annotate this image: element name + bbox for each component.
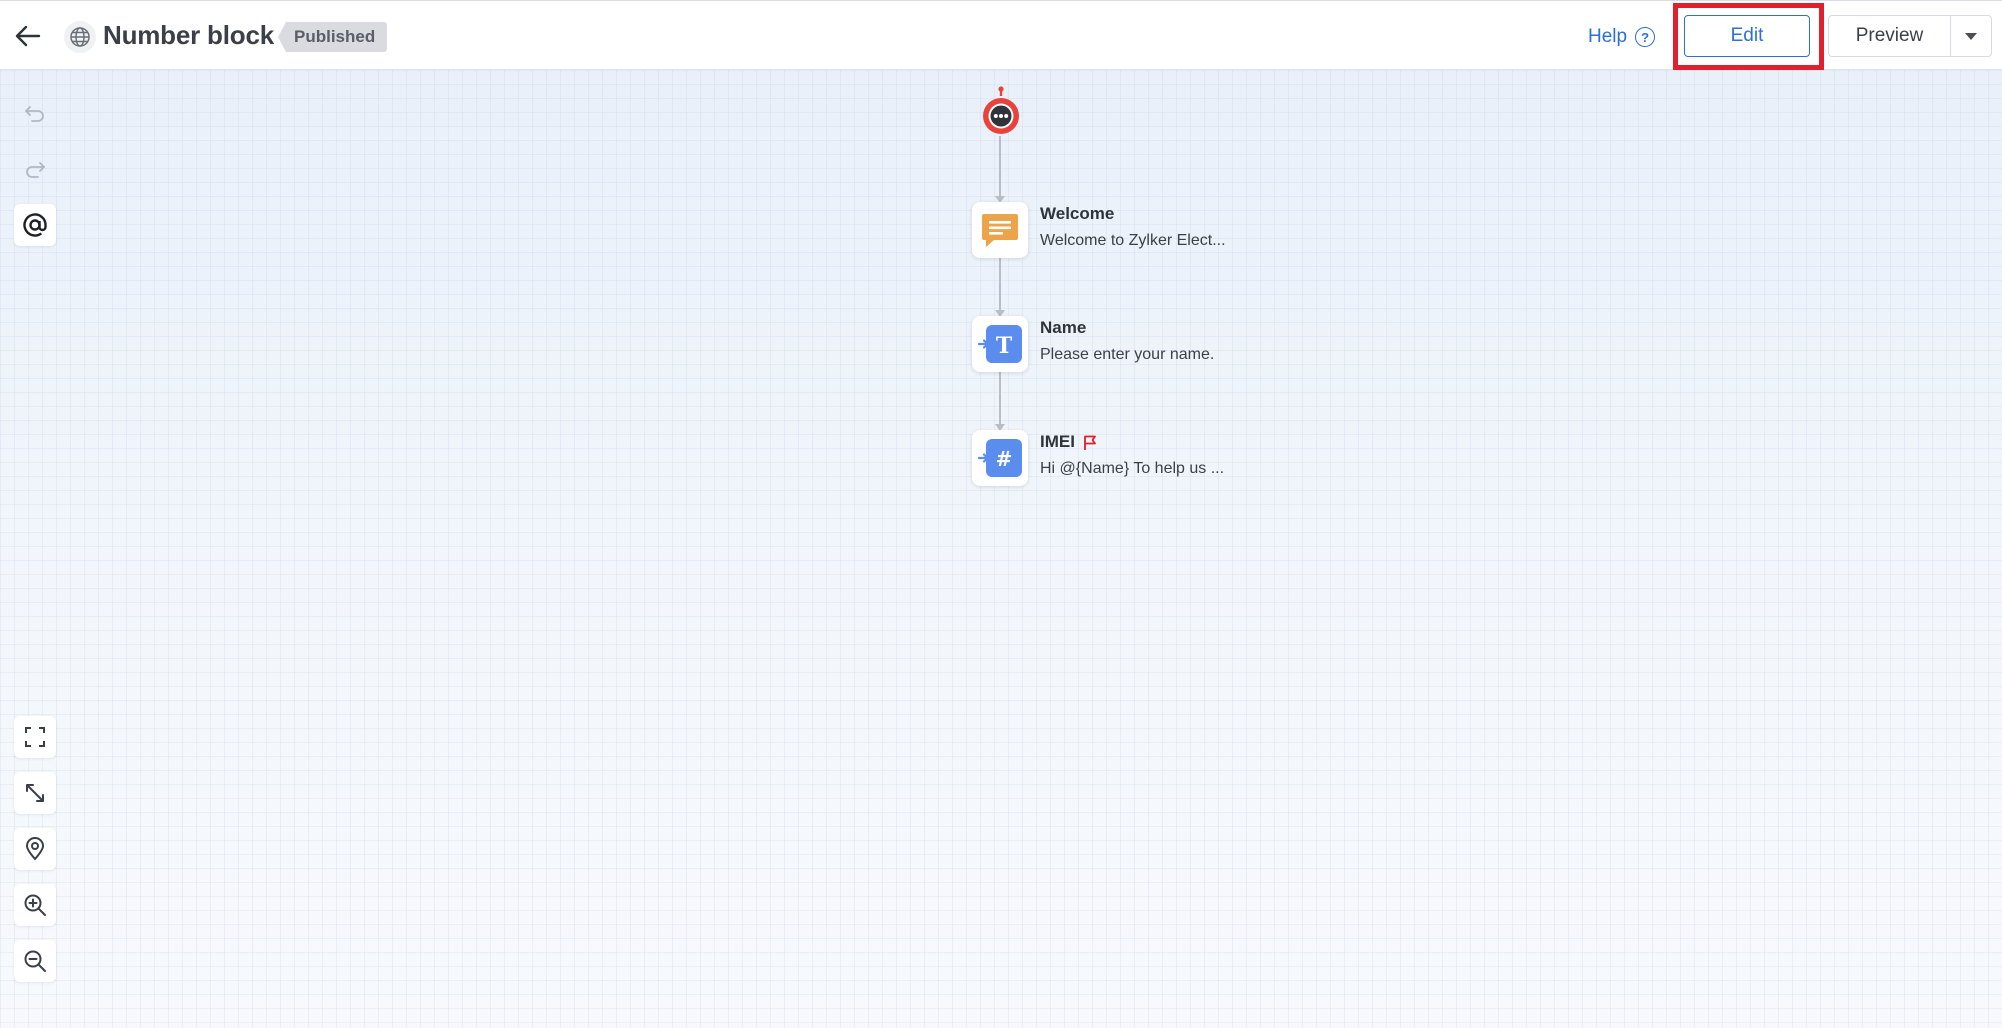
caret-down-icon bbox=[1965, 32, 1977, 40]
message-icon bbox=[982, 214, 1018, 247]
expand-button[interactable] bbox=[14, 772, 56, 814]
edit-button[interactable]: Edit bbox=[1684, 15, 1810, 57]
expand-icon bbox=[26, 784, 44, 802]
flow-canvas[interactable]: Welcome Welcome to Zylker Elect... T Nam… bbox=[0, 70, 2002, 1028]
flow-connector bbox=[999, 370, 1001, 424]
undo-button[interactable] bbox=[14, 93, 56, 135]
location-pin-icon bbox=[25, 837, 45, 861]
top-header: Number block Published Help ? Edit Previ… bbox=[0, 0, 2002, 70]
text-input-icon: T bbox=[978, 325, 1022, 363]
back-arrow-icon[interactable] bbox=[10, 18, 46, 54]
help-link[interactable]: Help ? bbox=[1588, 23, 1656, 51]
zoom-in-icon bbox=[24, 894, 46, 916]
welcome-node[interactable] bbox=[972, 202, 1028, 258]
flag-icon bbox=[1084, 435, 1096, 450]
help-circle-icon: ? bbox=[1635, 27, 1656, 47]
flow-connector bbox=[999, 256, 1001, 310]
globe-icon bbox=[64, 21, 96, 53]
preview-button[interactable]: Preview bbox=[1828, 15, 1950, 57]
zoom-in-button[interactable] bbox=[14, 884, 56, 926]
flow-connector bbox=[999, 136, 1001, 196]
zoom-out-button[interactable] bbox=[14, 940, 56, 982]
fit-screen-button[interactable] bbox=[14, 716, 56, 758]
node-subtitle: Hi @{Name} To help us ... bbox=[1040, 460, 1225, 477]
node-subtitle: Welcome to Zylker Elect... bbox=[1040, 232, 1226, 249]
page-title: Number block bbox=[103, 20, 274, 50]
node-title-row: IMEI bbox=[1040, 432, 1097, 452]
help-label: Help bbox=[1588, 26, 1628, 47]
redo-button[interactable] bbox=[14, 149, 56, 191]
mention-icon bbox=[23, 213, 47, 237]
node-title: Name bbox=[1040, 318, 1087, 337]
node-subtitle: Please enter your name. bbox=[1040, 346, 1215, 363]
name-node[interactable]: T bbox=[972, 316, 1028, 372]
node-title: IMEI bbox=[1040, 432, 1075, 451]
svg-text:T: T bbox=[996, 333, 1013, 359]
fit-screen-icon bbox=[25, 727, 45, 747]
zoom-out-icon bbox=[24, 950, 46, 972]
status-badge: Published bbox=[278, 22, 388, 52]
locate-button[interactable] bbox=[14, 828, 56, 870]
undo-icon bbox=[25, 106, 44, 122]
start-bot-icon[interactable] bbox=[980, 86, 1022, 134]
preview-dropdown-button[interactable] bbox=[1950, 15, 1992, 57]
number-input-icon: # bbox=[978, 439, 1022, 477]
redo-icon bbox=[26, 162, 45, 178]
imei-node[interactable]: # bbox=[972, 430, 1028, 486]
svg-text:#: # bbox=[996, 447, 1013, 471]
node-title: Welcome bbox=[1040, 204, 1115, 223]
mention-button[interactable] bbox=[14, 204, 56, 246]
